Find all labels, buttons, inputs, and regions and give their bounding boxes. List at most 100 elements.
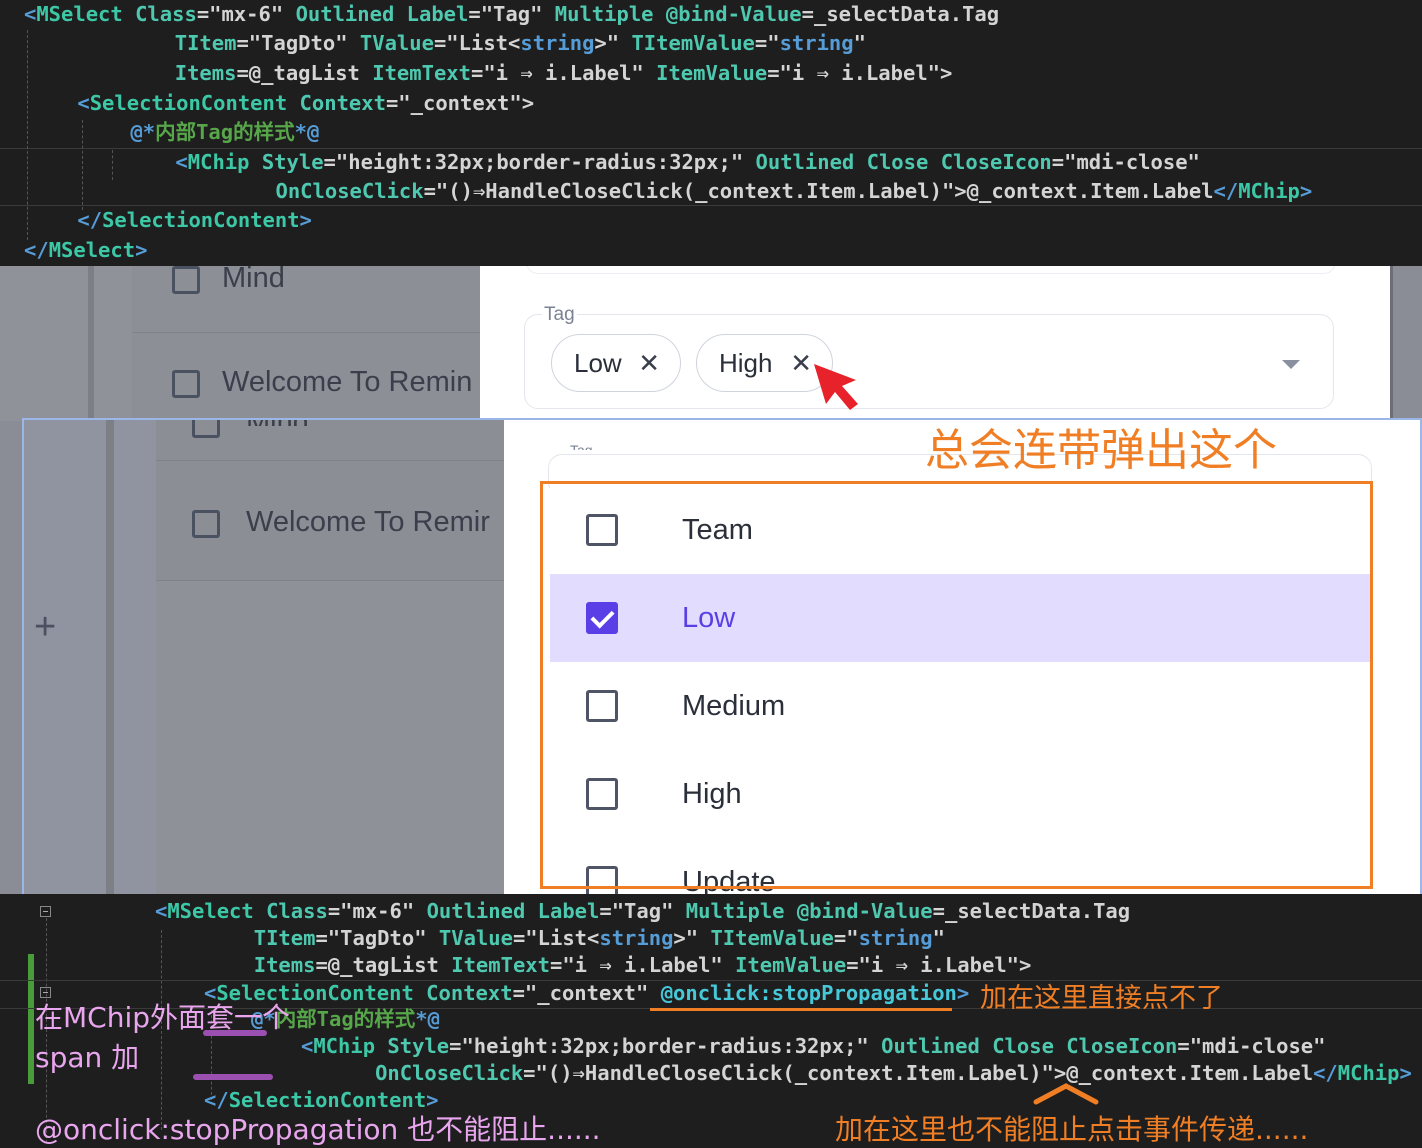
code-token: Outlined (295, 2, 395, 26)
code-line[interactable]: <MSelect Class="mx-6" Outlined Label="Ta… (24, 0, 999, 29)
close-icon[interactable]: ✕ (638, 335, 660, 391)
code-token: @* (44, 120, 156, 144)
code-line[interactable]: <SelectionContent Context="_context" @on… (204, 980, 969, 1007)
code-token: TValue (438, 926, 513, 950)
code-token: *@ (294, 120, 320, 144)
code-token: > (956, 981, 970, 1005)
code-token: TItem (253, 926, 316, 950)
checkbox[interactable] (192, 510, 220, 538)
code-line[interactable]: </SelectionContent> (28, 206, 312, 235)
code-token: </ (1313, 1061, 1338, 1085)
code-line[interactable]: </MSelect> (24, 236, 147, 265)
code-token: =@_tagList (315, 953, 452, 977)
code-token: ="_context"> (385, 91, 535, 115)
code-token: ="mx-6" (196, 2, 296, 26)
code-token: Multiple (554, 2, 654, 26)
code-line[interactable]: @*内部Tag的样式*@ (44, 118, 319, 147)
code-token: </ (1213, 179, 1239, 203)
code-token: MChip (313, 1034, 376, 1058)
code-token: ="height:32px;border-radius:32px;" (449, 1034, 882, 1058)
code-line[interactable]: Items=@_tagList ItemText="i ⇒ i.Label" I… (155, 952, 1032, 979)
chip-label: High (719, 348, 773, 378)
code-token: Close (992, 1034, 1054, 1058)
code-token: Label (406, 2, 469, 26)
code-token: > (1299, 179, 1313, 203)
code-token: Class (253, 899, 328, 923)
checkbox[interactable] (192, 420, 220, 438)
code-token: Items (253, 953, 316, 977)
checkbox[interactable] (172, 266, 200, 294)
code-token: string (520, 31, 595, 55)
code-token: < (28, 91, 90, 115)
code-line[interactable]: <MSelect Class="mx-6" Outlined Label="Ta… (155, 898, 1130, 925)
code-line[interactable]: OnCloseClick="()⇒HandleCloseClick(_conte… (78, 177, 1312, 206)
code-token: < (24, 2, 37, 26)
highlight-box (540, 481, 1373, 889)
code-line[interactable]: Items=@_tagList ItemText="i ⇒ i.Label" I… (76, 59, 953, 88)
code-token: string (599, 926, 674, 950)
add-icon[interactable]: + (34, 606, 56, 649)
code-token: ="i ⇒ i.Label"> (767, 61, 953, 85)
code-token: @_context.Item.Label (966, 179, 1214, 203)
code-token: MChip (1337, 1061, 1400, 1085)
code-token: @_context.Item.Label (1066, 1061, 1314, 1085)
code-token: ="TagDto" (315, 926, 439, 950)
code-token: @onclick:stopPropagation (660, 981, 957, 1005)
code-token: MChip (1238, 179, 1300, 203)
code-line[interactable]: <SelectionContent Context="_context"> (28, 89, 534, 118)
code-token: MSelect (48, 238, 136, 262)
code-line[interactable]: <MChip Style="height:32px;border-radius:… (52, 148, 1199, 177)
list-item-label: Mind (246, 420, 309, 426)
code-token: Multiple (685, 899, 785, 923)
divider (88, 266, 94, 421)
checkbox[interactable] (172, 370, 200, 398)
code-token: Outlined (426, 899, 526, 923)
code-token: < (301, 1034, 314, 1058)
code-line[interactable]: TItem="TagDto" TValue="List<string>" TIt… (155, 925, 945, 952)
code-token: ="List< (433, 31, 521, 55)
code-token: TValue (359, 31, 434, 55)
annotation-stop-note: @onclick:stopPropagation 也不能阻止...... (35, 1113, 601, 1146)
code-token: =_selectData.Tag (932, 899, 1131, 923)
code-line[interactable]: TItem="TagDto" TValue="List<string>" TIt… (76, 29, 866, 58)
chevron-down-icon[interactable] (1282, 360, 1300, 369)
divider (1390, 266, 1393, 421)
code-token: ="mx-6" (327, 899, 427, 923)
code-token: TItemValue (631, 31, 755, 55)
background-todo-list: Mind Welcome To Remin (0, 266, 480, 421)
code-token: ="()⇒HandleCloseClick(_context.Item.Labe… (423, 179, 967, 203)
code-line[interactable]: <MChip Style="height:32px;border-radius:… (301, 1033, 1325, 1060)
code-line[interactable]: OnCloseClick="()⇒HandleCloseClick(_conte… (301, 1060, 1412, 1087)
code-token: *@ (415, 1007, 440, 1031)
code-token: ="height:32px;border-radius:32px;" (323, 150, 756, 174)
code-token: MSelect (167, 899, 254, 923)
code-token: > (1399, 1061, 1412, 1085)
code-token: CloseIcon (1066, 1034, 1178, 1058)
code-token: @bind-Value (796, 899, 933, 923)
code-token: SelectionContent (89, 91, 288, 115)
code-token: Style (249, 150, 324, 174)
code-token: ItemText (372, 61, 471, 85)
code-token: ="()⇒HandleCloseClick(_context.Item.Labe… (523, 1061, 1067, 1085)
list-item-label: Welcome To Remir (246, 506, 490, 538)
chip-low[interactable]: Low ✕ (551, 334, 681, 392)
fold-icon[interactable] (40, 906, 51, 917)
code-token: > (299, 208, 312, 232)
code-token: 内部Tag的样式 (275, 1007, 416, 1031)
code-token: Style (375, 1034, 450, 1058)
code-token: " (853, 31, 866, 55)
code-token: 内部Tag的样式 (155, 120, 295, 144)
code-token: =" (754, 31, 780, 55)
close-icon[interactable]: ✕ (790, 335, 812, 391)
code-token: Context (413, 981, 513, 1005)
code-token: ="TagDto" (236, 31, 360, 55)
